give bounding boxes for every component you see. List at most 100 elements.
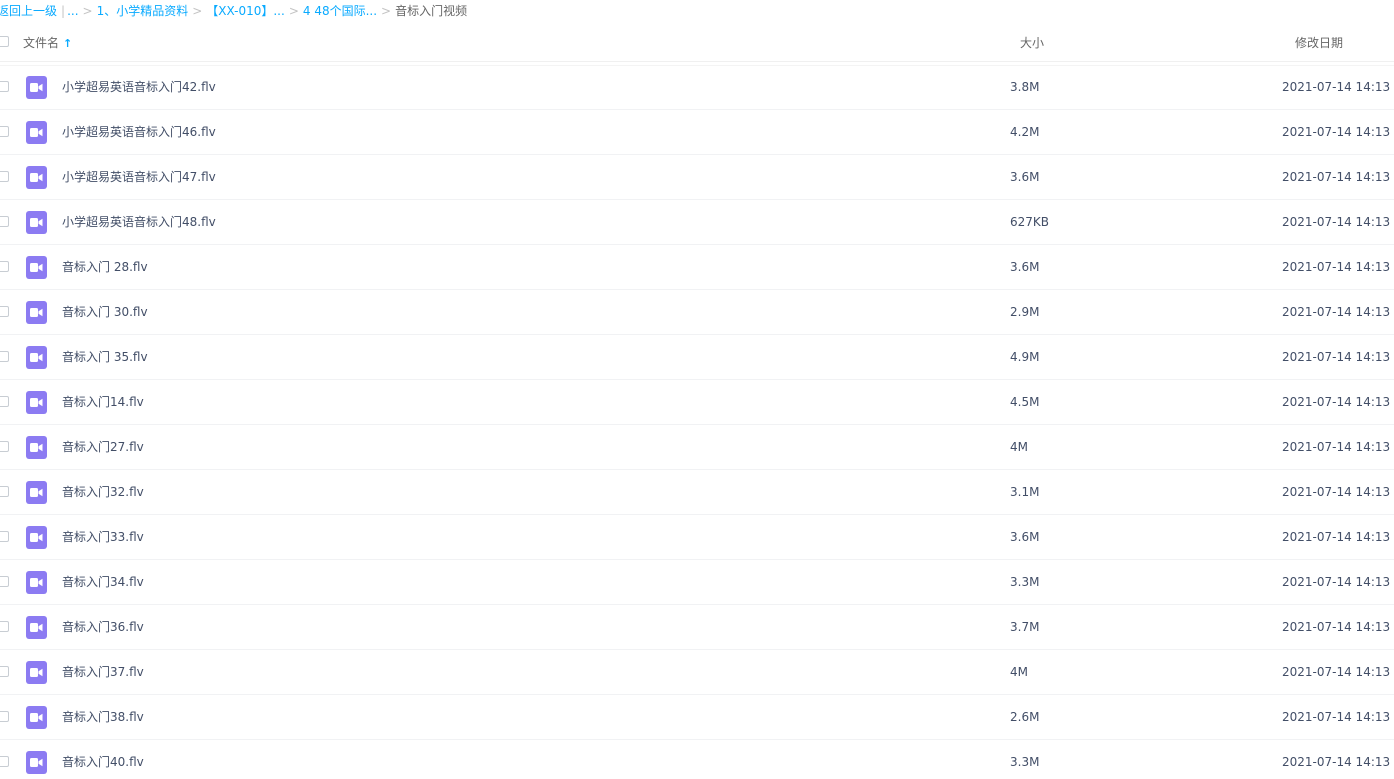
column-header-size[interactable]: 大小 bbox=[1020, 34, 1044, 51]
file-row[interactable]: 音标入门40.flv 3.3M 2021-07-14 14:13 bbox=[0, 740, 1394, 779]
file-name[interactable]: 音标入门33.flv bbox=[62, 529, 144, 545]
file-name[interactable]: 音标入门38.flv bbox=[62, 709, 144, 725]
file-row[interactable]: 音标入门33.flv 3.6M 2021-07-14 14:13 bbox=[0, 515, 1394, 560]
video-camera-icon bbox=[30, 218, 43, 227]
file-modified-date: 2021-07-14 14:13 bbox=[1282, 755, 1391, 769]
file-list: 小学超易英语音标入门42.flv 3.8M 2021-07-14 14:13 小学超易… bbox=[0, 65, 1394, 779]
breadcrumb-separator: > bbox=[381, 4, 392, 18]
row-checkbox[interactable] bbox=[0, 441, 9, 452]
file-name[interactable]: 音标入门14.flv bbox=[62, 394, 144, 410]
video-camera-icon bbox=[30, 623, 43, 632]
breadcrumb-item[interactable]: 4 48个国际... bbox=[303, 4, 377, 18]
row-checkbox[interactable] bbox=[0, 171, 9, 182]
video-camera-icon bbox=[30, 443, 43, 452]
video-file-icon bbox=[26, 436, 47, 459]
file-row[interactable]: 音标入门32.flv 3.1M 2021-07-14 14:13 bbox=[0, 470, 1394, 515]
file-size: 4M bbox=[1010, 665, 1028, 679]
file-row[interactable]: 音标入门 30.flv 2.9M 2021-07-14 14:13 bbox=[0, 290, 1394, 335]
file-modified-date: 2021-07-14 14:13 bbox=[1282, 215, 1391, 229]
file-name[interactable]: 音标入门27.flv bbox=[62, 439, 144, 455]
select-all-checkbox[interactable] bbox=[0, 36, 9, 47]
breadcrumb-item[interactable]: 1、小学精品资料 bbox=[97, 4, 189, 18]
file-name[interactable]: 音标入门 35.flv bbox=[62, 349, 148, 365]
file-name[interactable]: 音标入门 28.flv bbox=[62, 259, 148, 275]
file-row[interactable]: 音标入门37.flv 4M 2021-07-14 14:13 bbox=[0, 650, 1394, 695]
breadcrumb: 返回上一级 |... >1、小学精品资料 > 【XX-010】... >4 48个国际..… bbox=[0, 2, 467, 20]
file-row[interactable]: 小学超易英语音标入门46.flv 4.2M 2021-07-14 14:13 bbox=[0, 110, 1394, 155]
file-row[interactable]: 小学超易英语音标入门48.flv 627KB 2021-07-14 14:13 bbox=[0, 200, 1394, 245]
row-checkbox[interactable] bbox=[0, 306, 9, 317]
sort-ascending-icon[interactable]: ↑ bbox=[63, 37, 72, 50]
row-checkbox[interactable] bbox=[0, 486, 9, 497]
file-size: 4M bbox=[1010, 440, 1028, 454]
file-name[interactable]: 小学超易英语音标入门48.flv bbox=[62, 214, 216, 230]
video-file-icon bbox=[26, 256, 47, 279]
video-file-icon bbox=[26, 166, 47, 189]
file-modified-date: 2021-07-14 14:13 bbox=[1282, 80, 1391, 94]
file-size: 4.2M bbox=[1010, 125, 1040, 139]
file-size: 4.5M bbox=[1010, 395, 1040, 409]
row-checkbox[interactable] bbox=[0, 711, 9, 722]
file-row[interactable]: 音标入门 28.flv 3.6M 2021-07-14 14:13 bbox=[0, 245, 1394, 290]
file-row[interactable]: 小学超易英语音标入门47.flv 3.6M 2021-07-14 14:13 bbox=[0, 155, 1394, 200]
file-row[interactable]: 音标入门36.flv 3.7M 2021-07-14 14:13 bbox=[0, 605, 1394, 650]
back-link[interactable]: 返回上一级 bbox=[0, 4, 57, 18]
file-size: 3.3M bbox=[1010, 575, 1040, 589]
file-modified-date: 2021-07-14 14:13 bbox=[1282, 665, 1391, 679]
file-row[interactable]: 音标入门38.flv 2.6M 2021-07-14 14:13 bbox=[0, 695, 1394, 740]
video-file-icon bbox=[26, 571, 47, 594]
breadcrumb-item[interactable]: 【XX-010】... bbox=[206, 4, 285, 18]
file-modified-date: 2021-07-14 14:13 bbox=[1282, 440, 1391, 454]
file-size: 3.3M bbox=[1010, 755, 1040, 769]
video-camera-icon bbox=[30, 668, 43, 677]
file-size: 2.9M bbox=[1010, 305, 1040, 319]
row-checkbox[interactable] bbox=[0, 576, 9, 587]
row-checkbox[interactable] bbox=[0, 81, 9, 92]
file-name[interactable]: 音标入门32.flv bbox=[62, 484, 144, 500]
file-modified-date: 2021-07-14 14:13 bbox=[1282, 485, 1391, 499]
video-file-icon bbox=[26, 211, 47, 234]
column-header-date[interactable]: 修改日期 bbox=[1295, 34, 1343, 51]
video-camera-icon bbox=[30, 578, 43, 587]
list-header: 文件名 ↑ 大小 修改日期 bbox=[0, 24, 1394, 66]
video-camera-icon bbox=[30, 713, 43, 722]
file-name[interactable]: 小学超易英语音标入门42.flv bbox=[62, 79, 216, 95]
file-row[interactable]: 音标入门27.flv 4M 2021-07-14 14:13 bbox=[0, 425, 1394, 470]
video-camera-icon bbox=[30, 488, 43, 497]
file-row[interactable]: 音标入门 35.flv 4.9M 2021-07-14 14:13 bbox=[0, 335, 1394, 380]
file-name[interactable]: 小学超易英语音标入门47.flv bbox=[62, 169, 216, 185]
file-name[interactable]: 音标入门36.flv bbox=[62, 619, 144, 635]
breadcrumb-ellipsis[interactable]: ... bbox=[67, 4, 78, 18]
column-header-name[interactable]: 文件名 ↑ bbox=[23, 34, 72, 51]
file-name[interactable]: 音标入门40.flv bbox=[62, 754, 144, 770]
row-checkbox[interactable] bbox=[0, 126, 9, 137]
file-modified-date: 2021-07-14 14:13 bbox=[1282, 170, 1391, 184]
file-name[interactable]: 音标入门 30.flv bbox=[62, 304, 148, 320]
row-checkbox[interactable] bbox=[0, 216, 9, 227]
file-name[interactable]: 音标入门34.flv bbox=[62, 574, 144, 590]
row-checkbox[interactable] bbox=[0, 756, 9, 767]
video-camera-icon bbox=[30, 83, 43, 92]
row-checkbox[interactable] bbox=[0, 351, 9, 362]
video-camera-icon bbox=[30, 353, 43, 362]
file-row[interactable]: 小学超易英语音标入门42.flv 3.8M 2021-07-14 14:13 bbox=[0, 65, 1394, 110]
file-size: 2.6M bbox=[1010, 710, 1040, 724]
row-checkbox[interactable] bbox=[0, 261, 9, 272]
row-checkbox[interactable] bbox=[0, 396, 9, 407]
row-checkbox[interactable] bbox=[0, 621, 9, 632]
video-file-icon bbox=[26, 391, 47, 414]
file-name[interactable]: 音标入门37.flv bbox=[62, 664, 144, 680]
video-camera-icon bbox=[30, 398, 43, 407]
video-camera-icon bbox=[30, 263, 43, 272]
breadcrumb-pipe: | bbox=[61, 4, 66, 18]
file-row[interactable]: 音标入门14.flv 4.5M 2021-07-14 14:13 bbox=[0, 380, 1394, 425]
file-row[interactable]: 音标入门34.flv 3.3M 2021-07-14 14:13 bbox=[0, 560, 1394, 605]
video-file-icon bbox=[26, 751, 47, 774]
breadcrumb-separator: > bbox=[192, 4, 203, 18]
video-file-icon bbox=[26, 616, 47, 639]
video-camera-icon bbox=[30, 758, 43, 767]
row-checkbox[interactable] bbox=[0, 531, 9, 542]
file-name[interactable]: 小学超易英语音标入门46.flv bbox=[62, 124, 216, 140]
row-checkbox[interactable] bbox=[0, 666, 9, 677]
video-file-icon bbox=[26, 481, 47, 504]
